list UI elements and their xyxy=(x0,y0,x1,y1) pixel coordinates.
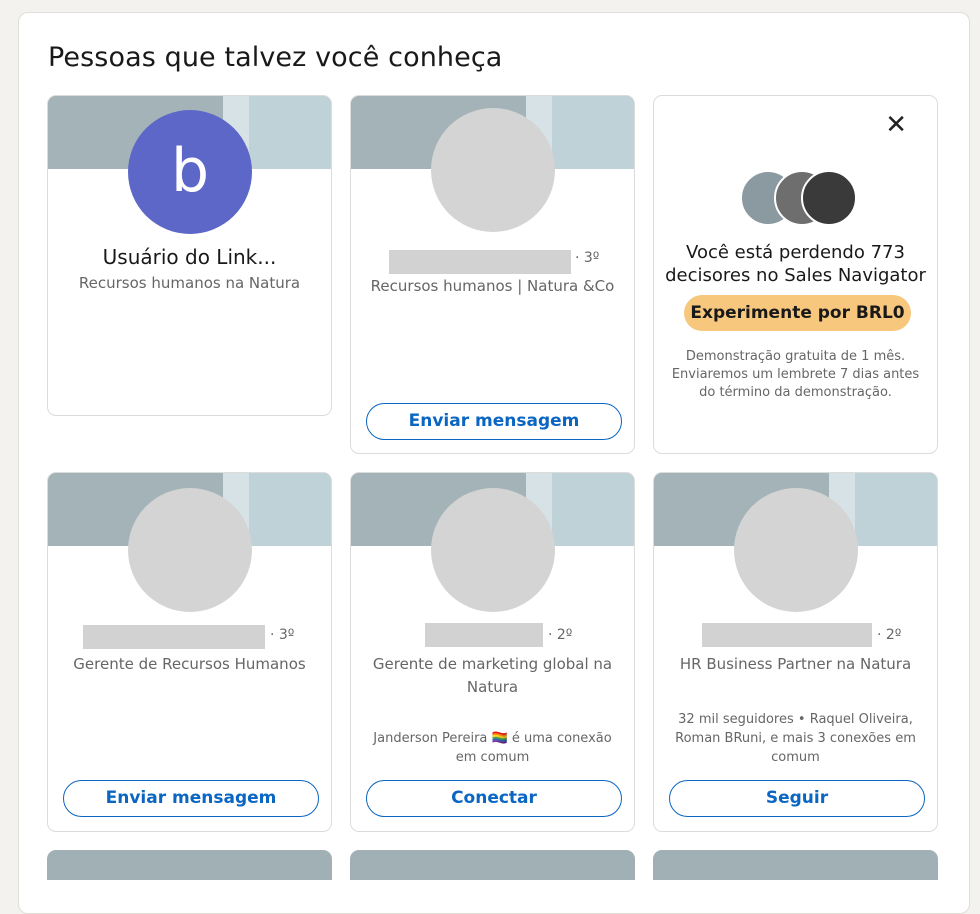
connection-degree: · 2º xyxy=(877,627,902,643)
avatar[interactable] xyxy=(734,488,858,612)
person-card[interactable]: b Usuário do Link... Recursos humanos na… xyxy=(47,95,332,416)
person-name-redacted xyxy=(389,250,571,274)
person-card-partial[interactable] xyxy=(350,850,635,880)
person-headline: Recursos humanos na Natura xyxy=(78,274,301,292)
person-card-partial[interactable] xyxy=(653,850,938,880)
person-card[interactable]: · 2º Gerente de marketing global na Natu… xyxy=(350,472,635,832)
connection-degree: · 2º xyxy=(548,627,573,643)
person-card[interactable]: · 2º HR Business Partner na Natura 32 mi… xyxy=(653,472,938,832)
try-free-button[interactable]: Experimente por BRL0 xyxy=(684,295,911,331)
close-icon[interactable]: ✕ xyxy=(885,110,907,140)
send-message-button[interactable]: Enviar mensagem xyxy=(366,403,622,440)
section-title: Pessoas que talvez você conheça xyxy=(48,42,503,73)
avatar[interactable]: b xyxy=(128,110,252,234)
avatar[interactable] xyxy=(431,108,555,232)
connection-degree: · 3º xyxy=(575,250,600,266)
follow-button[interactable]: Seguir xyxy=(669,780,925,817)
sales-navigator-promo: ✕ Você está perdendo 773 decisores no Sa… xyxy=(653,95,938,454)
person-headline: Gerente de Recursos Humanos xyxy=(73,655,306,673)
person-name-redacted xyxy=(702,623,872,647)
person-card[interactable]: · 3º Gerente de Recursos Humanos Enviar … xyxy=(47,472,332,832)
send-message-button[interactable]: Enviar mensagem xyxy=(63,780,319,817)
person-headline: HR Business Partner na Natura xyxy=(679,655,912,673)
person-name-redacted xyxy=(83,625,265,649)
avatar[interactable] xyxy=(128,488,252,612)
person-name[interactable]: Usuário do Link... xyxy=(48,245,331,269)
connect-button[interactable]: Conectar xyxy=(366,780,622,817)
person-headline: Recursos humanos | Natura &Co xyxy=(370,277,615,295)
person-headline: Gerente de marketing global na Natura xyxy=(372,655,613,696)
connection-degree: · 3º xyxy=(270,627,295,643)
avatar[interactable] xyxy=(431,488,555,612)
person-card-partial[interactable] xyxy=(47,850,332,880)
promo-note: Demonstração gratuita de 1 mês. Enviarem… xyxy=(671,349,920,400)
person-name-redacted xyxy=(425,623,543,647)
person-card[interactable]: · 3º Recursos humanos | Natura &Co Envia… xyxy=(350,95,635,454)
avatar xyxy=(801,170,857,226)
mutual-connections: 32 mil seguidores • Raquel Oliveira, Rom… xyxy=(675,712,916,765)
promo-title: Você está perdendo 773 decisores no Sale… xyxy=(665,242,926,286)
mutual-connections: Janderson Pereira 🏳️‍🌈 é uma conexão em … xyxy=(373,731,612,765)
